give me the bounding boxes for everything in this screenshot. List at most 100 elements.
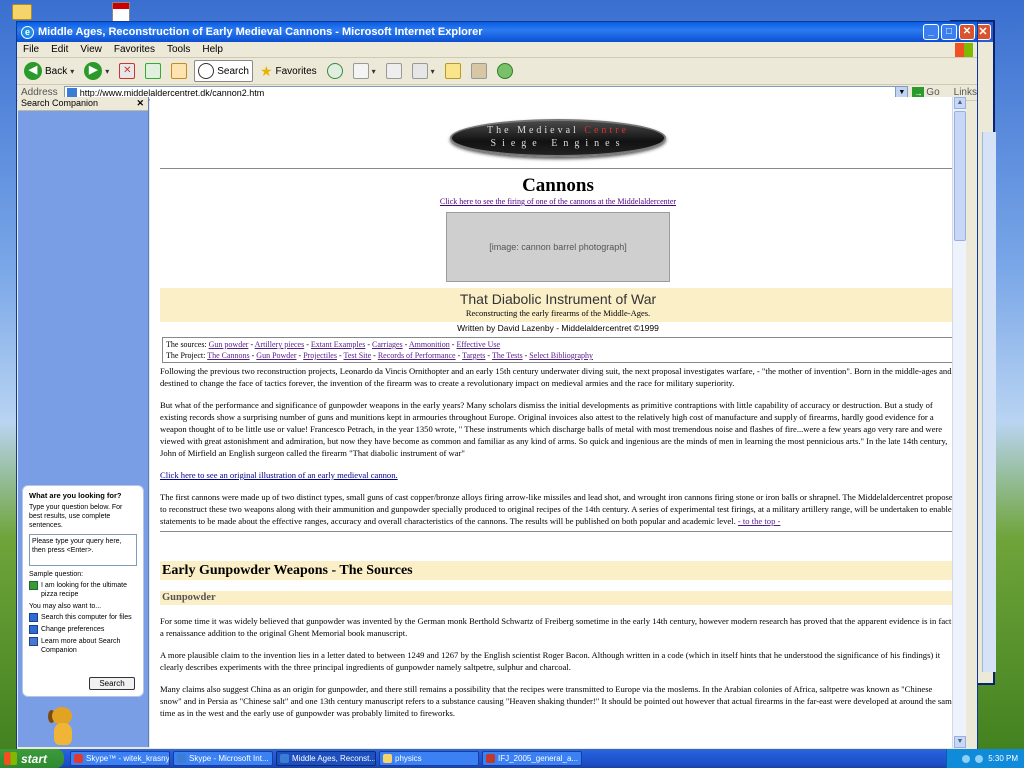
menu-help[interactable]: Help — [202, 44, 223, 55]
history-button[interactable] — [324, 61, 346, 81]
background-window-scrollbar[interactable] — [982, 132, 996, 672]
taskbar-item-physics[interactable]: physics — [379, 751, 479, 766]
back-button[interactable]: ◀ Back ▾ — [21, 60, 77, 82]
project-link-records[interactable]: Records of Performance — [378, 351, 456, 360]
mail-button[interactable]: ▾ — [350, 61, 379, 81]
taskbar-item-skype-ie[interactable]: Skype - Microsoft Int... — [173, 751, 273, 766]
forward-button[interactable]: ▶ ▾ — [81, 60, 112, 82]
minimize-button[interactable]: _ — [923, 24, 939, 40]
sources-label: The sources: — [166, 340, 207, 349]
favorites-button[interactable]: ★ Favorites — [257, 61, 320, 82]
search-computer-link[interactable]: Search this computer for files — [29, 613, 137, 622]
source-link-ammonition[interactable]: Ammonition — [409, 340, 450, 349]
project-link-test-site[interactable]: Test Site — [344, 351, 372, 360]
system-tray: 5:30 PM — [946, 749, 1024, 768]
project-link-bibliography[interactable]: Select Bibliography — [529, 351, 593, 360]
taskbar-item-ifj[interactable]: IFJ_2005_general_a... — [482, 751, 582, 766]
source-link-carriages[interactable]: Carriages — [372, 340, 403, 349]
stop-button[interactable]: ✕ — [116, 61, 138, 81]
taskbar-item-middle-ages[interactable]: Middle Ages, Reconst... — [276, 751, 376, 766]
back-arrow-icon: ◀ — [24, 62, 42, 80]
illustration-link[interactable]: Click here to see an original illustrati… — [160, 470, 398, 480]
network-icon[interactable] — [962, 754, 971, 763]
paragraph-performance: But what of the performance and signific… — [160, 400, 948, 458]
source-link-extant[interactable]: Extant Examples — [311, 340, 365, 349]
scroll-down-icon[interactable]: ▼ — [954, 736, 966, 748]
stop-icon: ✕ — [119, 63, 136, 79]
learn-more-text: Learn more about Search Companion — [41, 638, 121, 654]
project-link-gunpowder[interactable]: Gun Powder — [256, 351, 296, 360]
taskbar-item-skype[interactable]: Skype™ - witek_krasny — [70, 751, 170, 766]
edit-icon — [411, 63, 428, 79]
companion-search-button[interactable]: Search — [89, 677, 135, 690]
scroll-up-icon[interactable]: ▲ — [954, 97, 966, 109]
desktop-pdf-icon[interactable] — [112, 2, 130, 22]
start-button[interactable]: start — [0, 749, 64, 768]
mail-dropdown-icon[interactable]: ▾ — [372, 67, 376, 76]
close-button[interactable]: ✕ — [959, 24, 975, 40]
home-icon — [171, 63, 188, 79]
menu-favorites[interactable]: Favorites — [114, 44, 155, 55]
research-button[interactable] — [468, 61, 490, 81]
learn-more-link[interactable]: Learn more about Search Companion — [29, 637, 137, 655]
logo-line1-b: Centre — [584, 125, 629, 136]
search-dog-icon[interactable] — [48, 707, 78, 747]
to-top-link[interactable]: - to the top - — [738, 516, 780, 526]
menu-view[interactable]: View — [80, 44, 102, 55]
firing-video-link[interactable]: Click here to see the firing of one of t… — [160, 197, 956, 207]
scroll-thumb[interactable] — [954, 111, 966, 241]
volume-icon[interactable] — [975, 754, 984, 763]
windows-logo-icon — [955, 43, 973, 57]
article-title: That Diabolic Instrument of War — [459, 291, 657, 307]
discuss-button[interactable] — [442, 61, 464, 81]
messenger-button[interactable] — [494, 61, 516, 81]
menu-file[interactable]: File — [23, 44, 39, 55]
source-link-effective-use[interactable]: Effective Use — [456, 340, 500, 349]
paragraph-intro: Following the previous two reconstructio… — [160, 366, 952, 388]
back-label: Back — [45, 65, 68, 77]
project-link-cannons[interactable]: The Cannons — [207, 351, 249, 360]
edit-button[interactable]: ▾ — [409, 61, 438, 81]
project-link-projectiles[interactable]: Projectiles — [303, 351, 337, 360]
navigation-box: The sources: Gun powder - Artillery piec… — [162, 337, 954, 363]
search-icon — [198, 63, 215, 79]
refresh-button[interactable] — [142, 61, 164, 81]
paragraph-first-cannons: The first cannons were made up of two di… — [160, 491, 956, 527]
paragraph-schwartz: For some time it was widely believed tha… — [160, 616, 952, 638]
paragraph-first-cannons-text: The first cannons were made up of two di… — [160, 492, 956, 526]
query-input[interactable]: Please type your query here, then press … — [29, 534, 137, 566]
paragraph-bacon: A more plausible claim to the invention … — [160, 650, 941, 672]
taskbar-item-label: Skype - Microsoft Int... — [189, 754, 269, 763]
change-preferences-link[interactable]: Change preferences — [29, 625, 137, 634]
favorites-label: Favorites — [275, 65, 317, 77]
edit-dropdown-icon[interactable]: ▾ — [431, 67, 435, 76]
print-button[interactable] — [383, 61, 405, 81]
menu-tools[interactable]: Tools — [167, 44, 190, 55]
menu-edit[interactable]: Edit — [51, 44, 68, 55]
search-button[interactable]: Search — [194, 60, 253, 82]
web-page: The Medieval Centre Siege Engines Cannon… — [160, 119, 956, 719]
search-companion-close-icon[interactable]: ✕ — [136, 97, 144, 110]
article-subtitle: Reconstructing the early firearms of the… — [465, 308, 651, 318]
project-link-tests[interactable]: The Tests — [492, 351, 523, 360]
sample-question-text: I am looking for the ultimate pizza reci… — [41, 582, 127, 598]
home-button[interactable] — [168, 61, 190, 81]
forward-dropdown-icon[interactable]: ▾ — [105, 67, 109, 76]
toolbar: ◀ Back ▾ ▶ ▾ ✕ Search ★ Favorites ▾ ▾ — [17, 58, 977, 85]
search-heading: What are you looking for? — [29, 491, 122, 500]
taskbar-item-label: IFJ_2005_general_a... — [498, 754, 579, 763]
source-link-artillery[interactable]: Artillery pieces — [255, 340, 305, 349]
print-icon — [385, 63, 402, 79]
sample-question-link[interactable]: I am looking for the ultimate pizza reci… — [29, 581, 137, 599]
project-link-targets[interactable]: Targets — [462, 351, 485, 360]
logo-line2: Siege Engines — [490, 138, 626, 149]
project-label: The Project: — [166, 351, 206, 360]
divider — [160, 531, 956, 532]
maximize-button[interactable]: □ — [941, 24, 957, 40]
source-link-gunpowder[interactable]: Gun powder — [209, 340, 249, 349]
back-dropdown-icon[interactable]: ▾ — [70, 67, 74, 76]
title-bar[interactable]: e Middle Ages, Reconstruction of Early M… — [17, 22, 977, 42]
vertical-scrollbar[interactable]: ▲ ▼ — [952, 97, 966, 748]
clock[interactable]: 5:30 PM — [988, 754, 1018, 763]
desktop-folder-icon[interactable] — [12, 4, 32, 20]
